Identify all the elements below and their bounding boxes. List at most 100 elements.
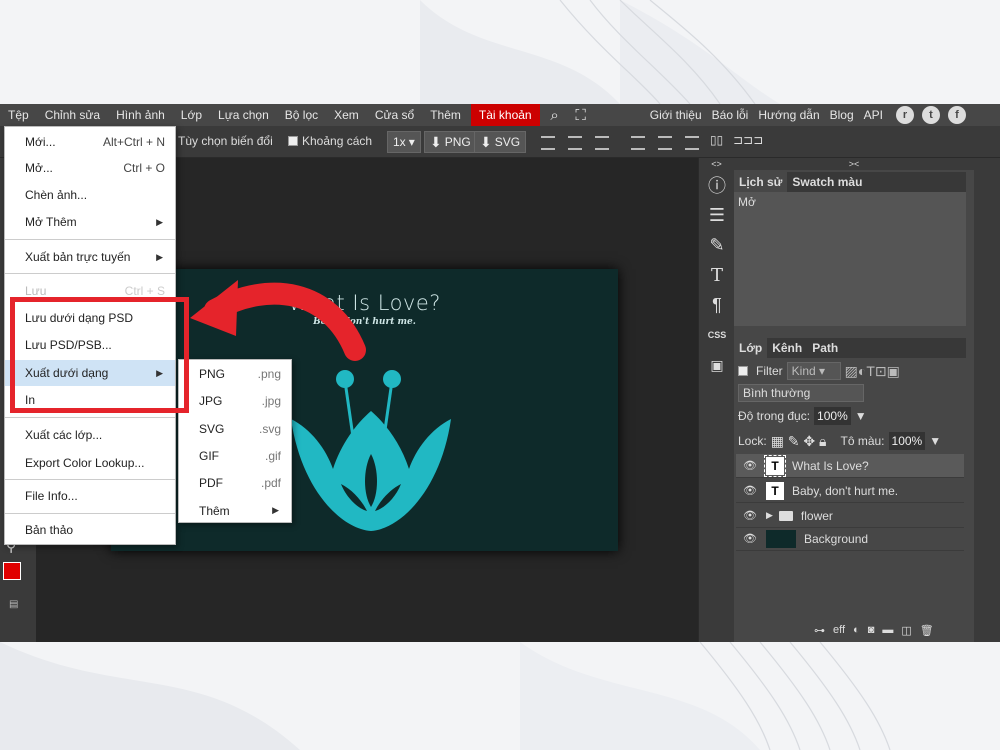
eye-icon[interactable]: 👁︎ — [740, 459, 760, 472]
filter-checkbox[interactable] — [738, 366, 748, 376]
scale-select[interactable]: 1x ▾ — [387, 131, 421, 153]
opacity-input[interactable]: 100% — [814, 407, 851, 425]
align-top-icon[interactable] — [541, 136, 555, 150]
tab-layers[interactable]: Lớp — [734, 338, 768, 358]
eye-icon[interactable]: 👁︎ — [740, 509, 760, 522]
menu-report-bug[interactable]: Báo lỗi — [707, 104, 754, 126]
eye-icon[interactable]: 👁︎ — [740, 532, 760, 545]
export-jpg-item[interactable]: JPG .jpg — [179, 387, 291, 414]
link-icon[interactable]: ⊶ — [814, 624, 825, 637]
menu-filter[interactable]: Bộ lọc — [277, 104, 326, 126]
layer-row[interactable]: 👁︎ Background — [736, 527, 964, 551]
export-png-item[interactable]: PNG .png — [179, 360, 291, 387]
menu-item-file-info[interactable]: File Info... — [5, 483, 175, 509]
menu-item-label: Mới... — [25, 135, 56, 149]
menu-item-drafts[interactable]: Bản thảo — [5, 517, 175, 543]
menu-edit[interactable]: Chỉnh sửa — [37, 104, 108, 126]
chevron-down-icon[interactable]: ▼ — [855, 409, 867, 423]
expand-arrow-icon[interactable]: ▶ — [766, 510, 773, 521]
quick-mask-icon[interactable]: ▤ — [9, 599, 18, 610]
align-center-icon[interactable] — [658, 136, 672, 150]
menu-item-open[interactable]: Mở... Ctrl + O — [5, 155, 175, 181]
layer-row[interactable]: 👁︎ T What Is Love? — [736, 454, 964, 478]
align-left-icon[interactable] — [631, 136, 645, 150]
tab-swatches[interactable]: Swatch màu — [787, 172, 867, 192]
twitter-icon[interactable]: t — [922, 106, 940, 124]
menu-item-export-layers[interactable]: Xuất các lớp... — [5, 422, 175, 448]
menu-about[interactable]: Giới thiệu — [645, 104, 707, 126]
menu-layer[interactable]: Lớp — [173, 104, 210, 126]
menu-image[interactable]: Hình ảnh — [108, 104, 173, 126]
effects-icon[interactable]: eff — [833, 624, 845, 637]
search-icon[interactable]: ⌕ — [544, 104, 566, 126]
foreground-color-swatch[interactable] — [3, 562, 21, 580]
distribute-icon[interactable]: ▯▯ — [710, 133, 723, 147]
export-gif-item[interactable]: GIF .gif — [179, 442, 291, 469]
menu-item-insert-image[interactable]: Chèn ảnh... — [5, 182, 175, 208]
new-layer-icon[interactable]: ◫ — [901, 624, 911, 637]
layer-name: Background — [804, 531, 869, 546]
distance-option[interactable]: Khoảng cách — [288, 134, 372, 148]
layer-row[interactable]: 👁︎ ▶ flower — [736, 504, 964, 528]
layer-row[interactable]: 👁︎ T Baby, don't hurt me. — [736, 479, 964, 503]
menu-item-export-color-lookup[interactable]: Export Color Lookup... — [5, 450, 175, 476]
new-group-icon[interactable]: ▬ — [882, 624, 893, 637]
tab-channels[interactable]: Kênh — [767, 338, 807, 358]
chevron-down-icon: ▾ — [408, 135, 415, 149]
chevron-down-icon[interactable]: ▼ — [929, 434, 941, 448]
export-png-button[interactable]: ⬇ PNG — [424, 131, 477, 153]
distance-checkbox[interactable] — [288, 136, 298, 146]
opacity-row: Độ trong đục: 100% ▼ — [738, 407, 867, 425]
mask-icon[interactable]: ◙ — [868, 624, 875, 637]
adjustment-layer-icon[interactable]: ◐ — [853, 624, 860, 637]
image-icon[interactable]: ▣ — [699, 350, 735, 380]
fullscreen-icon[interactable]: ⛶ — [570, 104, 592, 126]
history-item[interactable]: Mở — [734, 192, 966, 212]
menu-item-publish-online[interactable]: Xuất bản trực tuyến ▶ — [5, 244, 175, 270]
flower-graphic — [291, 370, 451, 531]
fill-input[interactable]: 100% — [888, 432, 926, 450]
menu-file[interactable]: Tệp — [0, 104, 37, 126]
align-bottom-icon[interactable] — [595, 136, 609, 150]
export-svg-button[interactable]: ⬇ SVG — [474, 131, 527, 153]
export-svg-item[interactable]: SVG .svg — [179, 415, 291, 442]
facebook-icon[interactable]: f — [948, 106, 966, 124]
collapse-panels-icon[interactable]: >< — [734, 158, 974, 170]
reddit-icon[interactable]: r — [896, 106, 914, 124]
menu-view[interactable]: Xem — [326, 104, 367, 126]
menu-item-open-more[interactable]: Mở Thêm ▶ — [5, 209, 175, 235]
blend-mode-select[interactable]: Bình thường — [738, 384, 864, 402]
align-right-icon[interactable] — [685, 136, 699, 150]
paragraph-icon[interactable]: ¶ — [699, 290, 735, 320]
trash-icon[interactable]: 🗑︎ — [920, 624, 934, 637]
collapse-toggle-icon[interactable]: <> — [699, 158, 734, 170]
adjustments-icon[interactable]: ☰ — [699, 200, 735, 230]
menu-item-new[interactable]: Mới... Alt+Ctrl + N — [5, 129, 175, 155]
eye-icon[interactable]: 👁︎ — [740, 484, 760, 497]
menu-select[interactable]: Lựa chọn — [210, 104, 277, 126]
tab-history[interactable]: Lịch sử — [734, 172, 788, 192]
menu-window[interactable]: Cửa sổ — [367, 104, 422, 126]
distribute-more-icon[interactable]: ⊐⊐⊐ — [733, 133, 763, 147]
menu-more[interactable]: Thêm — [422, 104, 469, 126]
lock-icons[interactable]: ▦ ✎ ✥ 🔒︎ — [771, 433, 827, 450]
css-button[interactable]: CSS — [699, 320, 735, 350]
background-layer-thumb — [766, 529, 796, 548]
tab-paths[interactable]: Path — [807, 338, 843, 358]
shortcut-label: Ctrl + O — [123, 161, 165, 175]
account-button[interactable]: Tài khoản — [470, 104, 540, 126]
menu-api[interactable]: API — [859, 104, 888, 126]
align-middle-icon[interactable] — [568, 136, 582, 150]
export-png-label: PNG — [444, 135, 471, 149]
export-more-item[interactable]: Thêm ▶ — [179, 497, 291, 524]
menu-separator — [5, 479, 175, 480]
info-icon[interactable]: ⓘ — [699, 170, 735, 200]
character-icon[interactable]: T — [699, 260, 735, 290]
menu-blog[interactable]: Blog — [825, 104, 859, 126]
menu-guide[interactable]: Hướng dẫn — [753, 104, 824, 126]
brush-settings-icon[interactable]: ✎ — [699, 230, 735, 260]
transform-options-label[interactable]: Tùy chọn biến đổi — [178, 134, 273, 148]
filter-type-icons[interactable]: ▨◐T⊡▣ — [845, 363, 900, 380]
export-pdf-item[interactable]: PDF .pdf — [179, 469, 291, 496]
kind-select[interactable]: Kind ▾ — [786, 362, 841, 380]
